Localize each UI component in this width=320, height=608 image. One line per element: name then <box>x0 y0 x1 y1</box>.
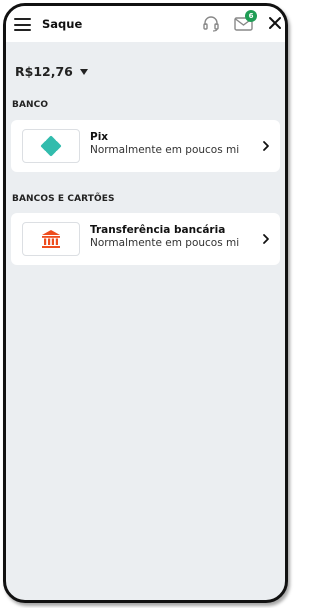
method-subtitle: Normalmente em poucos minutos <box>90 237 240 249</box>
payment-method-pix[interactable]: Pix Normalmente em poucos minutos <box>11 120 280 172</box>
top-bar: Saque 6 <box>6 6 285 42</box>
headset-icon[interactable] <box>202 15 220 33</box>
chevron-right-icon <box>263 234 269 244</box>
method-logo <box>22 222 80 256</box>
caret-down-icon <box>79 68 88 75</box>
method-name: Pix <box>90 131 109 143</box>
balance-selector[interactable]: R$12,76 <box>15 64 88 79</box>
payment-method-bank-transfer[interactable]: Transferência bancária Normalmente em po… <box>11 213 280 265</box>
method-logo <box>22 129 80 163</box>
chevron-right-icon <box>263 141 269 151</box>
pix-icon <box>40 135 62 157</box>
bank-icon <box>42 230 60 248</box>
notification-badge: 6 <box>245 10 257 22</box>
method-subtitle: Normalmente em poucos minutos <box>90 144 240 156</box>
section-label-banco: BANCO <box>12 100 49 110</box>
section-label-bancos-e-cartoes: BANCOS E CARTÕES <box>12 194 115 204</box>
page-title: Saque <box>42 17 83 31</box>
close-icon[interactable] <box>268 16 282 30</box>
method-name: Transferência bancária <box>90 224 226 236</box>
phone-frame: Saque 6 R$12,76 BANCO Pix Normalmente em… <box>3 3 288 603</box>
balance-amount: R$12,76 <box>15 64 73 79</box>
menu-icon[interactable] <box>14 18 31 31</box>
